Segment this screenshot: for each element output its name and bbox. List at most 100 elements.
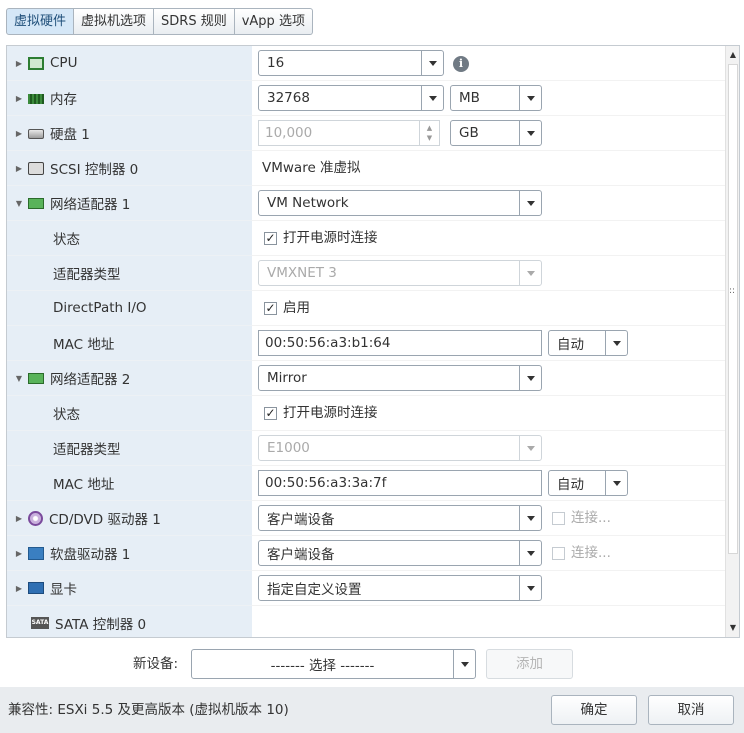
disk-unit-select[interactable]: GB: [450, 120, 542, 146]
ok-button[interactable]: 确定: [551, 695, 637, 725]
nic2-label: 网络适配器 2: [50, 372, 131, 388]
chevron-down-icon[interactable]: [519, 506, 541, 530]
tab-vapp-options[interactable]: vApp 选项: [234, 8, 313, 35]
nic1-mac-mode-select[interactable]: 自动: [548, 330, 628, 356]
nic2-network-select[interactable]: Mirror: [258, 365, 542, 391]
new-device-select[interactable]: ------- 选择 -------: [191, 649, 476, 679]
chevron-down-icon[interactable]: [519, 86, 541, 110]
chevron-down-icon[interactable]: [421, 86, 443, 110]
cd-dvd-label: CD/DVD 驱动器 1: [49, 512, 161, 528]
floppy-connect-checkbox[interactable]: 连接...: [552, 536, 611, 571]
expand-arrow-icon[interactable]: ▶: [10, 59, 28, 68]
checkbox-checked-icon[interactable]: ✓: [264, 232, 277, 245]
chevron-down-icon[interactable]: [519, 541, 541, 565]
nic1-mac-label: MAC 地址: [7, 326, 252, 361]
tab-sdrs-rules[interactable]: SDRS 规则: [154, 8, 235, 35]
expand-arrow-icon[interactable]: ▶: [10, 549, 28, 558]
chevron-down-icon[interactable]: [421, 51, 443, 75]
row-network-adapter-1: ▼ 网络适配器 1 VM Network: [7, 186, 727, 221]
compatibility-text: 兼容性: ESXi 5.5 及更高版本 (虚拟机版本 10): [8, 702, 289, 718]
checkbox-checked-icon[interactable]: ✓: [264, 302, 277, 315]
nic2-mac-label: MAC 地址: [7, 466, 252, 501]
cpu-icon: [28, 56, 44, 70]
scroll-down-icon[interactable]: ▼: [726, 621, 739, 635]
cpu-count-combo[interactable]: 16: [258, 50, 444, 76]
row-sata: SATA SATA 控制器 0: [7, 606, 727, 637]
nic2-mac-input[interactable]: 00:50:56:a3:3a:7f: [258, 470, 542, 496]
row-floppy: ▶ 软盘驱动器 1 客户端设备 连接...: [7, 536, 727, 571]
nic1-directpath-checkbox[interactable]: ✓ 启用: [264, 291, 310, 326]
checkbox-unchecked-icon[interactable]: [552, 547, 565, 560]
cancel-button[interactable]: 取消: [648, 695, 734, 725]
row-memory: ▶ 内存 32768 MB: [7, 81, 727, 116]
disk-size-spinner[interactable]: 10,000 ▲ ▼: [258, 120, 440, 146]
nic1-label: 网络适配器 1: [50, 197, 131, 213]
expand-arrow-icon[interactable]: ▶: [10, 164, 28, 173]
spinner-arrows-icon[interactable]: ▲ ▼: [419, 121, 439, 145]
nic2-status-label: 状态: [7, 396, 252, 431]
nic1-connect-at-power-on[interactable]: ✓ 打开电源时连接: [264, 221, 378, 256]
row-cpu: ▶ CPU 16 i: [7, 46, 727, 81]
nic1-network-select[interactable]: VM Network: [258, 190, 542, 216]
expand-arrow-icon[interactable]: ▶: [10, 94, 28, 103]
chevron-down-icon: [519, 436, 541, 460]
row-nic1-status: 状态 ✓ 打开电源时连接: [7, 221, 727, 256]
tab-virtual-hardware[interactable]: 虚拟硬件: [6, 8, 75, 35]
memory-unit-select[interactable]: MB: [450, 85, 542, 111]
nic2-mac-mode-select[interactable]: 自动: [548, 470, 628, 496]
row-nic1-adapter-type: 适配器类型 VMXNET 3: [7, 256, 727, 291]
vertical-scrollbar[interactable]: ▲ :: ▼: [725, 46, 739, 637]
memory-size-combo[interactable]: 32768: [258, 85, 444, 111]
chevron-down-icon[interactable]: [519, 121, 541, 145]
new-device-bar: 新设备: ------- 选择 ------- 添加: [0, 648, 744, 680]
chevron-down-icon[interactable]: [453, 650, 475, 678]
expand-arrow-icon[interactable]: ▶: [10, 129, 28, 138]
nic2-adapter-type-label: 适配器类型: [7, 431, 252, 466]
memory-icon: [28, 94, 44, 104]
collapse-arrow-icon[interactable]: ▼: [10, 374, 28, 383]
collapse-arrow-icon[interactable]: ▼: [10, 199, 28, 208]
nic1-mac-input[interactable]: 00:50:56:a3:b1:64: [258, 330, 542, 356]
nic1-adapter-type-select: VMXNET 3: [258, 260, 542, 286]
checkbox-checked-icon[interactable]: ✓: [264, 407, 277, 420]
row-nic2-mac: MAC 地址 00:50:56:a3:3a:7f 自动: [7, 466, 727, 501]
nic2-connect-at-power-on[interactable]: ✓ 打开电源时连接: [264, 396, 378, 431]
floppy-source-select[interactable]: 客户端设备: [258, 540, 542, 566]
chevron-down-icon[interactable]: [519, 191, 541, 215]
sata-controller-icon: SATA: [31, 617, 49, 629]
chevron-down-icon[interactable]: [519, 366, 541, 390]
nic2-adapter-type-select: E1000: [258, 435, 542, 461]
hard-disk-icon: [28, 129, 44, 139]
scroll-up-icon[interactable]: ▲: [726, 48, 739, 62]
cd-dvd-source-select[interactable]: 客户端设备: [258, 505, 542, 531]
row-cd-dvd: ▶ CD/DVD 驱动器 1 客户端设备 连接...: [7, 501, 727, 536]
network-adapter-icon: [28, 372, 44, 384]
video-card-settings-select[interactable]: 指定自定义设置: [258, 575, 542, 601]
cpu-label: CPU: [50, 55, 78, 71]
tab-bar: 虚拟硬件 虚拟机选项 SDRS 规则 vApp 选项: [6, 8, 313, 35]
chevron-down-icon[interactable]: [519, 576, 541, 600]
row-hard-disk: ▶ 硬盘 1 10,000 ▲ ▼ GB: [7, 116, 727, 151]
nic1-directpath-label: DirectPath I/O: [7, 291, 252, 326]
dialog-footer: 兼容性: ESXi 5.5 及更高版本 (虚拟机版本 10) 确定 取消: [0, 687, 744, 733]
hardware-grid: ▶ CPU 16 i ▶ 内存 32768 MB ▶ 硬盘 1 10,000 ▲…: [6, 45, 740, 638]
nic1-adapter-type-label: 适配器类型: [7, 256, 252, 291]
info-icon[interactable]: i: [453, 56, 469, 72]
cd-dvd-connect-checkbox[interactable]: 连接...: [552, 501, 611, 536]
chevron-down-icon[interactable]: [605, 471, 627, 495]
expand-arrow-icon[interactable]: ▶: [10, 584, 28, 593]
expand-arrow-icon[interactable]: ▶: [10, 514, 28, 523]
tab-vm-options[interactable]: 虚拟机选项: [74, 8, 155, 35]
add-device-button[interactable]: 添加: [486, 649, 573, 679]
video-card-label: 显卡: [50, 582, 77, 598]
row-nic1-directpath: DirectPath I/O ✓ 启用: [7, 291, 727, 326]
video-card-icon: [28, 582, 44, 594]
checkbox-unchecked-icon[interactable]: [552, 512, 565, 525]
chevron-down-icon: [519, 261, 541, 285]
hard-disk-label: 硬盘 1: [50, 127, 90, 143]
scrollbar-thumb[interactable]: [728, 64, 738, 554]
sata-label: SATA 控制器 0: [55, 617, 147, 633]
nic1-status-label: 状态: [7, 221, 252, 256]
network-adapter-icon: [28, 197, 44, 209]
chevron-down-icon[interactable]: [605, 331, 627, 355]
